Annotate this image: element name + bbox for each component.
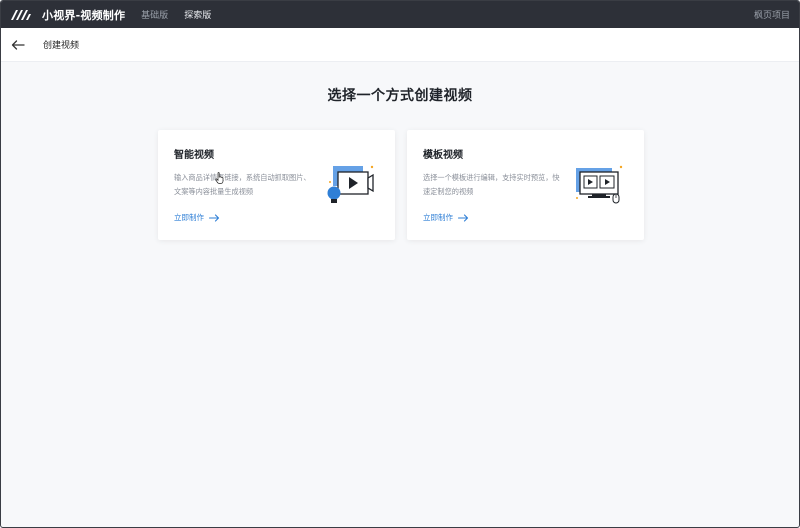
card-description: 输入商品详情页链接，系统自动抓取图片、文案等内容批量生成视频 bbox=[174, 173, 311, 196]
tab-basic[interactable]: 基础版 bbox=[141, 8, 168, 21]
create-now-link[interactable]: 立即制作 bbox=[423, 212, 469, 223]
smart-video-card[interactable]: 智能视频 输入商品详情页链接，系统自动抓取图片、文案等内容批量生成视频 立即制作 bbox=[158, 130, 395, 240]
hand-cursor-icon bbox=[215, 169, 225, 184]
tab-explore[interactable]: 探索版 bbox=[184, 8, 211, 21]
create-now-link[interactable]: 立即制作 bbox=[174, 212, 220, 223]
back-arrow-icon[interactable] bbox=[9, 36, 27, 54]
app-window: 小视界-视频制作 基础版 探索版 枫页项目 创建视频 选择一个方式创建视频 智能… bbox=[0, 0, 800, 528]
project-link[interactable]: 枫页项目 bbox=[754, 1, 790, 28]
app-logo-icon[interactable] bbox=[10, 8, 32, 22]
arrow-right-icon bbox=[458, 213, 469, 222]
page-header: 创建视频 bbox=[1, 28, 799, 62]
create-now-label: 立即制作 bbox=[423, 213, 453, 222]
monitor-mouse-icon bbox=[574, 164, 626, 206]
arrow-right-icon bbox=[209, 213, 220, 222]
card-description: 选择一个模板进行编辑，支持实时预览，快速定制您的视频 bbox=[423, 173, 560, 196]
card-title: 模板视频 bbox=[423, 150, 463, 161]
top-navbar: 小视界-视频制作 基础版 探索版 枫页项目 bbox=[1, 1, 799, 28]
main-heading: 选择一个方式创建视频 bbox=[327, 88, 473, 104]
page-title: 创建视频 bbox=[43, 41, 80, 51]
create-now-label: 立即制作 bbox=[174, 213, 204, 222]
card-title: 智能视频 bbox=[174, 150, 214, 161]
app-title: 小视界-视频制作 bbox=[42, 8, 126, 22]
video-lightbulb-icon bbox=[325, 164, 377, 206]
template-video-card[interactable]: 模板视频 选择一个模板进行编辑，支持实时预览，快速定制您的视频 立即制作 bbox=[407, 130, 644, 240]
